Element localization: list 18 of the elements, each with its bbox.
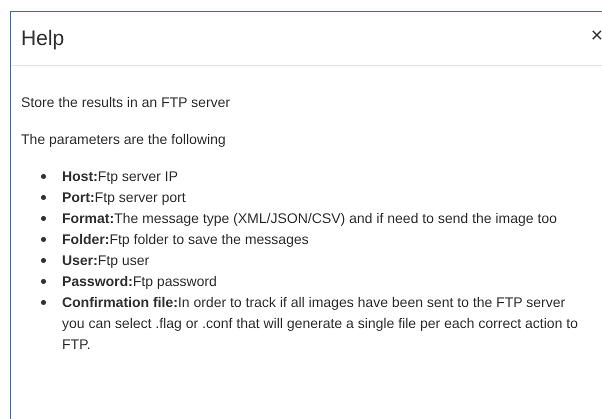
bullet-icon xyxy=(41,174,46,179)
bullet-icon xyxy=(41,216,46,221)
parameter-description: Confirmation file:In order to track if all images have been sent to the FTP server you can select .flag or .conf that will generate a single file per each correct action to FTP. xyxy=(62,293,579,354)
close-button[interactable]: × xyxy=(590,25,602,46)
parameter-description: Folder:Ftp folder to save the messages xyxy=(62,230,310,249)
parameter-description: User:Ftp user xyxy=(62,251,150,270)
bullet-icon xyxy=(41,279,46,284)
bullet-icon xyxy=(41,300,46,305)
parameter-description: Host:Ftp server IP xyxy=(62,167,179,186)
bullet-icon xyxy=(41,237,46,242)
intro-text: Store the results in an FTP server xyxy=(21,93,232,112)
bullet-icon xyxy=(41,258,46,263)
bullet-icon xyxy=(41,195,46,200)
lead-text: The parameters are the following xyxy=(21,130,227,149)
dialog-title: Help xyxy=(21,26,64,50)
parameter-description: Format:The message type (XML/JSON/CSV) and if need to send the image too xyxy=(62,209,558,228)
parameter-description: Password:Ftp password xyxy=(62,272,218,291)
parameter-description: Port:Ftp server port xyxy=(62,188,187,207)
